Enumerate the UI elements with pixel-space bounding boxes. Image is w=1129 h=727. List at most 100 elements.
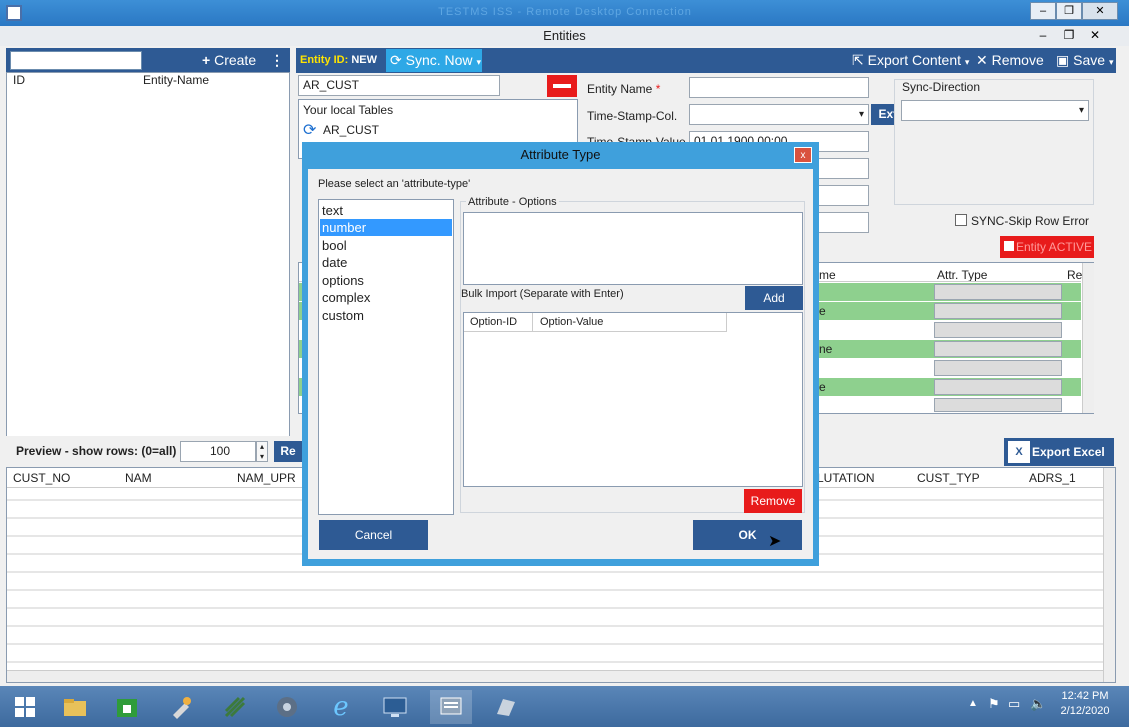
type-item-options[interactable]: options [320,272,452,289]
entity-active-toggle[interactable]: Entity ACTIVE [1000,236,1094,258]
attr-type-cell[interactable] [934,398,1062,412]
app-minimize-button[interactable]: – [1030,26,1056,44]
rows-spinner[interactable]: ▴ ▾ [256,441,268,462]
form-select-5[interactable] [818,212,869,233]
volume-icon[interactable]: 🔈 [1030,696,1046,712]
column-header-entity-name: Entity-Name [143,73,210,87]
column-header-attr-type: Attr. Type [937,268,988,282]
options-table[interactable]: Option-ID Option-Value [463,312,803,487]
table-name-input[interactable]: AR_CUST [298,75,500,96]
grid-vertical-scrollbar[interactable] [1103,468,1115,682]
internet-explorer-icon[interactable]: e [320,690,362,724]
column-header-option-id: Option-ID [470,316,518,328]
remove-button[interactable]: ✕ Remove [976,48,1044,73]
attr-type-cell[interactable] [934,303,1062,319]
type-item-text[interactable]: text [320,202,452,219]
sync-now-button[interactable]: ⟳ Sync. Now ▾ [386,49,482,72]
attr-type-cell[interactable] [934,284,1062,300]
app-close-button[interactable]: ✕ [1082,26,1108,44]
network-icon[interactable] [214,690,256,724]
app-restore-button[interactable]: ❐ [1056,26,1082,44]
tray-arrow-icon[interactable]: ▲ [968,698,978,709]
cancel-button[interactable]: Cancel [319,520,428,550]
attribute-options-group: Attribute - Options Bulk Import (Separat… [460,196,805,513]
chevron-down-icon: ▾ [476,57,481,67]
refresh-icon[interactable]: ⟳ [303,120,316,140]
local-table-item[interactable]: AR_CUST [323,123,379,137]
export-excel-button[interactable]: X Export Excel [1004,438,1114,466]
entity-name-field[interactable] [689,77,869,98]
flag-icon[interactable]: ⚑ [988,696,1000,712]
remote-desktop-icon [6,5,22,21]
attribute-type-list[interactable]: text number bool date options complex cu… [318,199,454,515]
dialog-close-icon[interactable]: x [794,147,812,163]
grid-horizontal-scrollbar[interactable] [7,670,1103,682]
network-tray-icon[interactable]: ▭ [1008,696,1020,712]
type-item-complex[interactable]: complex [320,289,452,306]
more-menu-icon[interactable]: ⋮ [270,48,284,73]
clock-time: 12:42 PM [1061,690,1109,702]
ok-button[interactable]: OK [693,520,802,550]
bulk-import-label: Bulk Import (Separate with Enter) [461,288,624,300]
timestamp-col-label: Time-Stamp-Col. [587,109,678,123]
attribute-type-dialog: Attribute Type x Please select an 'attri… [302,142,819,566]
restore-button[interactable]: ❐ [1056,2,1082,20]
tools-icon[interactable] [160,690,202,724]
attr-type-cell[interactable] [934,360,1062,376]
bulk-import-textarea[interactable] [463,212,803,285]
column-header-cust-no: CUST_NO [13,471,71,485]
notes-icon[interactable] [484,690,526,724]
remove-option-button[interactable]: Remove [744,489,802,513]
start-icon[interactable] [4,690,46,724]
attr-type-cell[interactable] [934,341,1062,357]
excel-icon: X [1008,441,1030,463]
chevron-down-icon: ▾ [858,109,864,120]
remote-desktop-titlebar: TESTMS ISS - Remote Desktop Connection –… [0,0,1129,26]
column-header-id: ID [13,73,25,87]
entity-active-checkbox[interactable] [1004,241,1014,251]
sync-direction-select[interactable]: ▾ [901,100,1089,121]
sync-direction-group: Sync-Direction ▾ [894,79,1094,205]
file-explorer-icon[interactable] [54,690,96,724]
form-select-3[interactable] [818,158,869,179]
server-manager-icon[interactable] [430,690,472,724]
timestamp-col-select[interactable]: ▾ [689,104,869,125]
preview-rows-input[interactable]: 100 [180,441,256,462]
type-item-number[interactable]: number [320,219,452,236]
column-divider [726,313,727,332]
type-item-date[interactable]: date [320,254,452,271]
chevron-down-icon: ▾ [964,57,970,67]
delete-table-button[interactable] [547,75,577,97]
settings-gear-icon[interactable] [266,690,308,724]
minus-icon [553,84,571,88]
add-option-button[interactable]: Add [745,286,803,310]
create-button[interactable]: + Create [202,48,256,73]
mouse-cursor-icon: ➤ [768,533,782,550]
type-item-bool[interactable]: bool [320,237,452,254]
entity-list[interactable]: ID Entity-Name [6,72,290,456]
local-tables-header: Your local Tables [303,103,394,117]
taskbar-clock[interactable]: 12:42 PM 2/12/2020 [1055,689,1115,719]
grid-scrollbar[interactable] [1082,263,1094,413]
attr-type-cell[interactable] [934,322,1062,338]
close-button[interactable]: ✕ [1082,2,1118,20]
column-header-nam: NAM [125,471,152,485]
dialog-body: Please select an 'attribute-type' text n… [308,169,813,559]
export-content-button[interactable]: ⇱ Export Content ▾ [852,48,969,75]
type-item-custom[interactable]: custom [320,307,452,324]
remote-desktop-icon[interactable] [374,690,416,724]
store-icon[interactable] [106,690,148,724]
search-input[interactable] [10,51,142,70]
chevron-down-icon: ▾ [1108,57,1114,67]
entity-id-badge: Entity ID: NEW [296,50,382,71]
dialog-prompt: Please select an 'attribute-type' [318,178,471,190]
form-field-4[interactable] [818,185,869,206]
refresh-preview-button[interactable]: Re [274,441,302,462]
minimize-button[interactable]: – [1030,2,1056,20]
skip-row-error-checkbox[interactable] [955,214,967,226]
save-button[interactable]: ▣ Save ▾ [1056,48,1113,75]
column-header-name: me [819,268,836,282]
save-icon: ▣ [1056,52,1070,68]
attr-type-cell[interactable] [934,379,1062,395]
column-header-option-value: Option-Value [540,316,604,328]
